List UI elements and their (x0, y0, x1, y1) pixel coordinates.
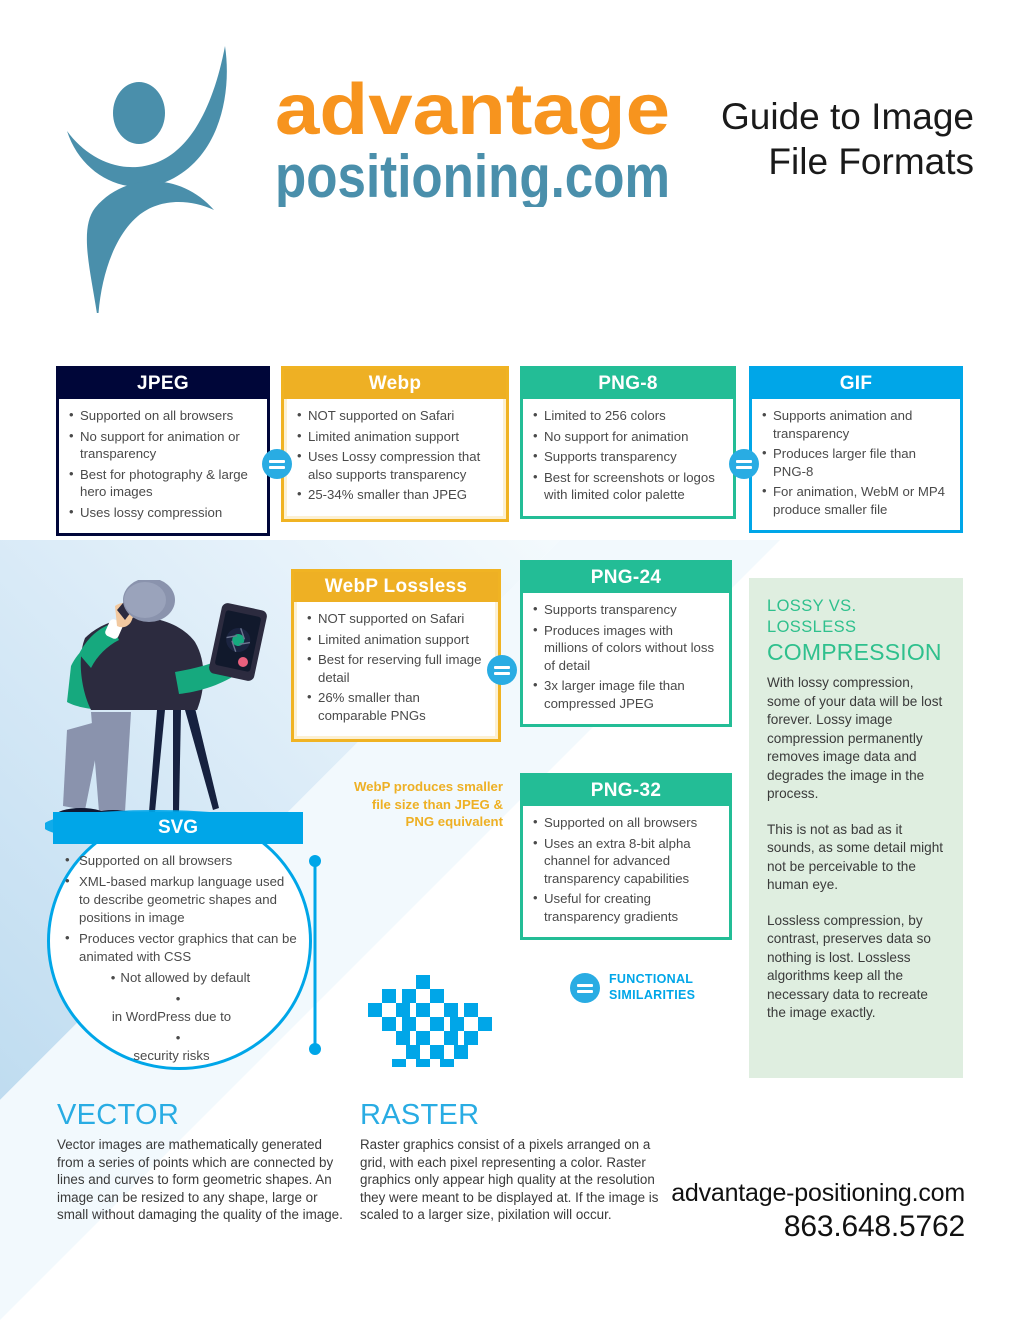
card-body-gif: Supports animation and transparency Prod… (752, 399, 960, 530)
card-title-jpeg: JPEG (59, 369, 267, 399)
page-title-line-2: File Formats (768, 141, 974, 182)
list-item: 3x larger image file than compressed JPE… (532, 676, 720, 712)
legend-line-2: SIMILARITIES (609, 988, 696, 1002)
list-item: Supports animation and transparency (761, 406, 951, 442)
list-item: Uses an extra 8-bit alpha channel for ad… (532, 834, 720, 888)
list-item: 25-34% smaller than JPEG (296, 485, 494, 504)
card-title-webp-lossless: WebP Lossless (294, 572, 498, 602)
infographic-page: advantage positioning.com Guide to Image… (0, 0, 1020, 1320)
raster-heading: RASTER (360, 1099, 480, 1131)
page-title-line-1: Guide to Image (721, 96, 974, 137)
card-body-png24: Supports transparency Produces images wi… (523, 593, 729, 724)
pixelation-checkerboard-icon (368, 975, 492, 1067)
webp-note-line-2: file size than JPEG & (371, 796, 503, 812)
list-item: Produces images with millions of colors … (532, 621, 720, 675)
list-item-cont: in WordPress due to (63, 990, 298, 1026)
list-item: Supported on all browsers (532, 813, 720, 832)
page-title: Guide to Image File Formats (644, 94, 974, 184)
compression-paragraph-3: Lossless compression, by contrast, prese… (767, 912, 931, 1021)
page-header: advantage positioning.com Guide to Image… (0, 0, 1020, 330)
functional-similarities-legend: FUNCTIONAL SIMILARITIES (609, 971, 739, 1003)
format-card-png8: PNG-8 Limited to 256 colors No support f… (520, 366, 736, 519)
list-item-line-1: Not allowed by default (120, 970, 251, 985)
list-item: For animation, WebM or MP4 produce small… (761, 482, 951, 518)
lossy-vs-lossless-panel: LOSSY VS. LOSSLESS COMPRESSION With loss… (749, 578, 963, 1078)
list-item: Uses Lossy compression that also support… (296, 447, 494, 483)
raster-description: Raster graphics consist of a pixels arra… (360, 1137, 659, 1222)
card-body-webp-lossless: NOT supported on Safari Limited animatio… (297, 602, 495, 736)
card-title-gif: GIF (752, 369, 960, 399)
advantage-positioning-logo-icon (67, 46, 227, 313)
logo-word-bottom: positioning.com (275, 143, 670, 207)
list-item: Best for screenshots or logos with limit… (532, 468, 724, 504)
vector-section: VECTOR Vector images are mathematically … (57, 1098, 347, 1224)
equals-badge-jpeg-webp (262, 449, 292, 479)
equals-badge-legend (570, 973, 600, 1003)
format-card-png24: PNG-24 Supports transparency Produces im… (520, 560, 732, 727)
list-item: NOT supported on Safari (296, 406, 494, 425)
contact-block: advantage-positioning.com 863.648.5762 (645, 1178, 965, 1245)
card-title-webp: Webp (284, 369, 506, 399)
photographer-illustration (45, 580, 267, 840)
webp-note-line-3: PNG equivalent (405, 814, 503, 829)
list-item-cont-2: security risks (63, 1029, 298, 1065)
webp-note-line-1: WebP produces smaller (353, 779, 503, 794)
list-item: XML-based markup language used to descri… (63, 872, 298, 927)
format-card-webp-lossless: WebP Lossless NOT supported on Safari Li… (291, 569, 501, 742)
list-item: Produces larger file than PNG-8 (761, 444, 951, 480)
vector-heading: VECTOR (57, 1099, 180, 1131)
list-item: Limited animation support (306, 630, 486, 649)
list-item: No support for animation (532, 427, 724, 446)
card-title-svg: SVG (53, 812, 303, 844)
compression-kicker: LOSSY VS. LOSSLESS (767, 597, 857, 636)
logo-wordmark: advantage positioning.com (275, 70, 670, 207)
raster-section: RASTER Raster graphics consist of a pixe… (360, 1098, 660, 1224)
list-item: No support for animation or transparency (68, 427, 258, 463)
list-item: Produces vector graphics that can be ani… (63, 929, 298, 966)
vector-description: Vector images are mathematically generat… (57, 1137, 343, 1222)
contact-phone[interactable]: 863.648.5762 (645, 1209, 965, 1245)
legend-line-1: FUNCTIONAL (609, 972, 694, 986)
list-item: Best for photography & large hero images (68, 465, 258, 501)
card-body-png32: Supported on all browsers Uses an extra … (523, 806, 729, 937)
list-item: Supports transparency (532, 447, 724, 466)
compression-heading: COMPRESSION (767, 639, 942, 665)
card-body-png8: Limited to 256 colors No support for ani… (523, 399, 733, 516)
list-item-line-2: in WordPress due to (111, 1009, 232, 1024)
list-item: Limited animation support (296, 427, 494, 446)
webp-smaller-note: WebP produces smaller file size than JPE… (308, 778, 503, 831)
compression-paragraph-2: This is not as bad as it sounds, as some… (767, 821, 944, 893)
list-item: Uses lossy compression (68, 503, 258, 522)
format-card-png32: PNG-32 Supported on all browsers Uses an… (520, 773, 732, 940)
list-item: Not allowed by default (63, 969, 298, 987)
list-item: Supported on all browsers (63, 851, 298, 870)
list-item-line-3: security risks (133, 1048, 210, 1063)
format-card-svg: SVG Supported on all browsers XML-based … (47, 812, 312, 1070)
card-body-webp: NOT supported on Safari Limited animatio… (287, 399, 503, 516)
card-body-svg: Supported on all browsers XML-based mark… (63, 851, 298, 1068)
card-title-png8: PNG-8 (523, 369, 733, 399)
logo-word-top: advantage (275, 70, 670, 150)
format-card-gif: GIF Supports animation and transparency … (749, 366, 963, 533)
list-item: Limited to 256 colors (532, 406, 724, 425)
list-item: NOT supported on Safari (306, 609, 486, 628)
format-card-jpeg: JPEG Supported on all browsers No suppor… (56, 366, 270, 536)
card-title-png32: PNG-32 (523, 776, 729, 806)
format-card-webp: Webp NOT supported on Safari Limited ani… (281, 366, 509, 522)
equals-badge-png8-gif (729, 449, 759, 479)
card-title-png24: PNG-24 (523, 563, 729, 593)
list-item: 26% smaller than comparable PNGs (306, 688, 486, 724)
card-body-jpeg: Supported on all browsers No support for… (59, 399, 267, 533)
contact-website[interactable]: advantage-positioning.com (645, 1178, 965, 1209)
list-item: Supported on all browsers (68, 406, 258, 425)
equals-badge-webplossless-png24 (487, 655, 517, 685)
list-item: Useful for creating transparency gradien… (532, 889, 720, 925)
list-item: Supports transparency (532, 600, 720, 619)
svg-card-connector-line (309, 855, 321, 1055)
compression-paragraph-1: With lossy compression, some of your dat… (767, 675, 943, 801)
list-item: Best for reserving full image detail (306, 650, 486, 686)
